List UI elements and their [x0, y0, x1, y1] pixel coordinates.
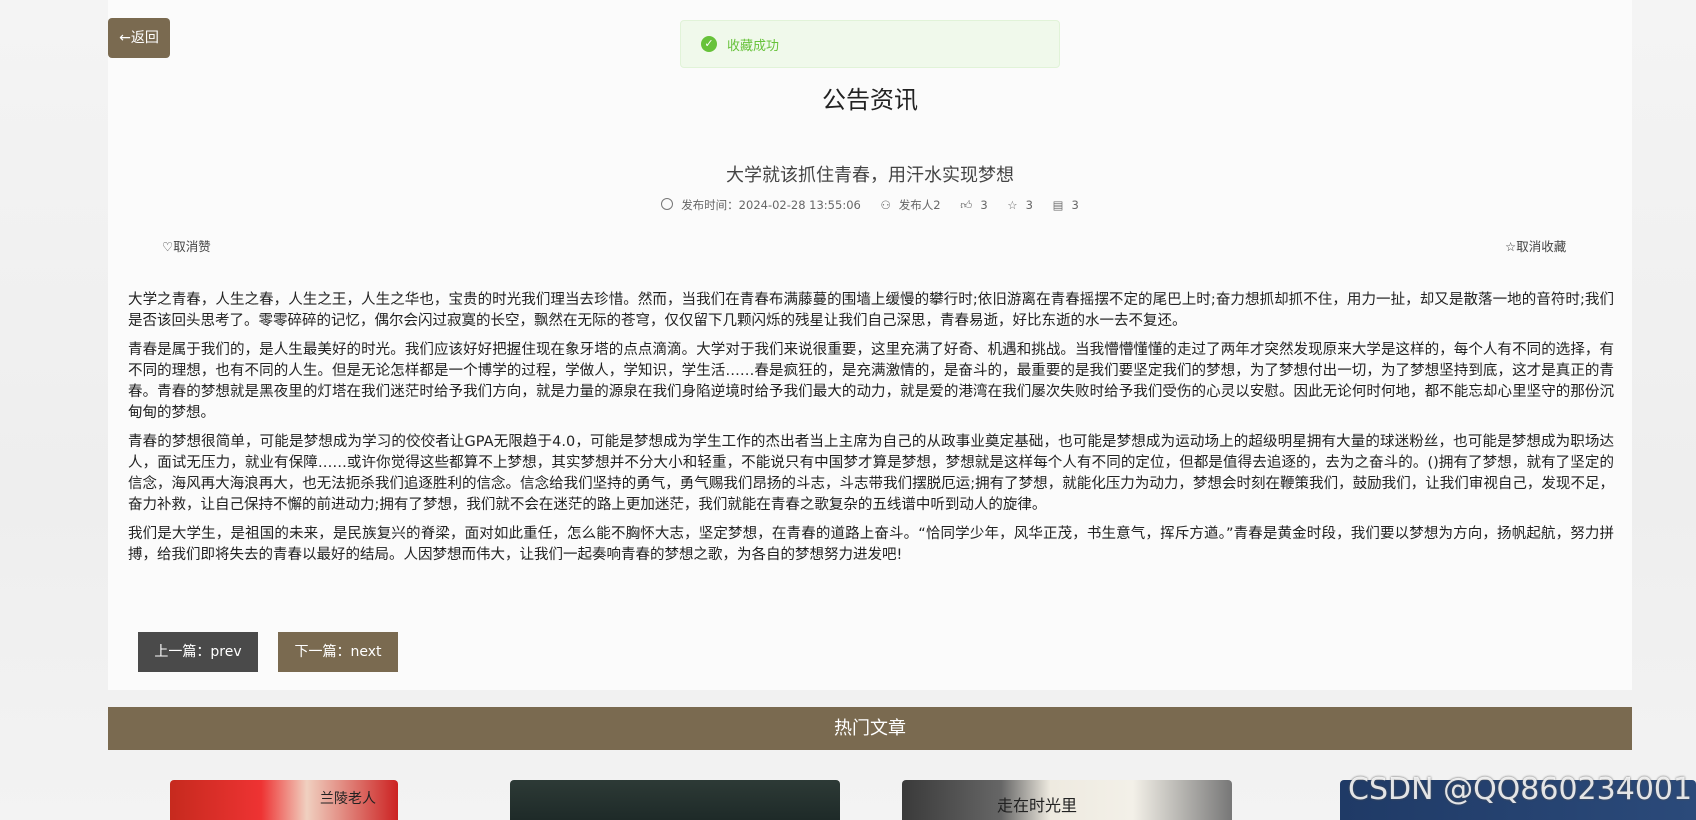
meta-author-text: 发布人2	[898, 198, 941, 212]
article-paragraph: 青春的梦想很简单，可能是梦想成为学习的佼佼者让GPA无限趋于4.0，可能是梦想成…	[128, 434, 1614, 513]
thumb-caption: 兰陵老人	[320, 791, 376, 807]
watermark: CSDN @QQ860234001	[1348, 772, 1693, 807]
uncollect-label: 取消收藏	[1516, 239, 1567, 254]
back-button[interactable]: ←返回	[108, 18, 170, 58]
article-meta: 发布时间：2024-02-28 13:55:06 ⚇ 发布人2 👍︎ 3 ☆ 3 ▤ 3	[0, 197, 1696, 213]
star-icon: ☆	[1505, 239, 1517, 254]
meta-favorites-count: 3	[1025, 198, 1033, 212]
comment-icon: ▤	[1052, 198, 1064, 212]
article-title: 大学就该抓住青春，用汗水实现梦想	[726, 165, 1014, 186]
hot-article-thumb[interactable]: 走在时光里	[902, 780, 1232, 820]
meta-time: 发布时间：2024-02-28 13:55:06	[657, 198, 868, 212]
success-toast: ✓ 收藏成功	[680, 20, 1060, 68]
meta-comments-count: 3	[1071, 198, 1079, 212]
next-article-button[interactable]: 下一篇：next	[278, 632, 398, 672]
meta-author: ⚇ 发布人2	[876, 198, 948, 212]
thumb-caption: 走在时光里	[997, 796, 1078, 815]
check-circle-icon: ✓	[701, 36, 717, 52]
user-icon: ⚇	[880, 198, 891, 212]
clock-icon	[661, 198, 674, 210]
toast-message: 收藏成功	[727, 38, 780, 54]
article-paragraph: 青春是属于我们的，是人生最美好的时光。我们应该好好把握住现在象牙塔的点点滴滴。大…	[128, 342, 1614, 421]
article-content: 大学之青春，人生之春，人生之王，人生之华也，宝贵的时光我们理当去珍惜。然而，当我…	[128, 290, 1614, 574]
unlike-label: 取消赞	[173, 239, 211, 254]
uncollect-button[interactable]: ☆取消收藏	[1505, 236, 1566, 255]
meta-favorites: ☆ 3	[1003, 198, 1040, 212]
meta-comments: ▤ 3	[1049, 198, 1083, 212]
meta-likes: 👍︎ 3	[956, 198, 995, 212]
article-paragraph: 我们是大学生，是祖国的未来，是民族复兴的脊梁，面对如此重任，怎么能不胸怀大志，坚…	[128, 526, 1614, 563]
hot-article-thumb[interactable]: 兰陵老人	[170, 780, 398, 820]
hot-article-thumb[interactable]	[510, 780, 840, 820]
unlike-button[interactable]: ♡取消赞	[162, 236, 211, 255]
heart-icon: ♡	[162, 239, 174, 254]
hot-articles-header: 热门文章	[108, 707, 1632, 750]
meta-time-text: 发布时间：2024-02-28 13:55:06	[681, 198, 861, 212]
prev-article-button[interactable]: 上一篇：prev	[138, 632, 258, 672]
article-paragraph: 大学之青春，人生之春，人生之王，人生之华也，宝贵的时光我们理当去珍惜。然而，当我…	[128, 292, 1614, 329]
meta-likes-count: 3	[980, 198, 988, 212]
star-icon: ☆	[1007, 198, 1018, 212]
thumbs-up-icon: 👍︎	[960, 198, 973, 212]
section-title: 公告资讯	[822, 86, 918, 114]
